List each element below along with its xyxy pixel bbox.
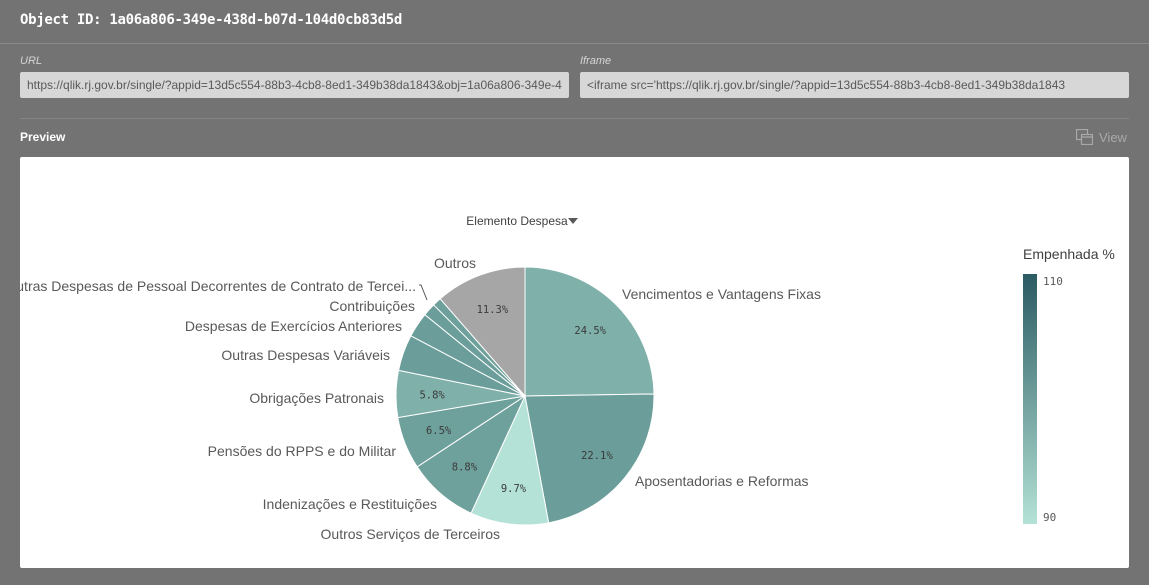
slice-value-label: 24.5% xyxy=(574,325,606,337)
view-button[interactable]: View xyxy=(1076,129,1127,145)
iframe-label: Iframe xyxy=(580,55,612,67)
header-divider xyxy=(0,43,1149,44)
slice-category-label: Indenizações e Restituições xyxy=(263,496,437,512)
object-id-title: Object ID: 1a06a806-349e-438d-b07d-104d0… xyxy=(20,12,403,28)
label-leader-line xyxy=(419,284,428,301)
legend-min-label: 90 xyxy=(1043,511,1056,524)
slice-value-label: 8.8% xyxy=(452,461,478,473)
slice-value-label: 5.8% xyxy=(419,390,445,402)
slice-category-label: Outras Despesas Variáveis xyxy=(221,347,390,363)
caret-down-icon xyxy=(568,218,578,224)
pie-chart: Elemento Despesa 24.5% Vencimentos e Vant… xyxy=(20,214,1115,542)
dimension-selector[interactable]: Elemento Despesa xyxy=(466,214,578,228)
slice-category-label: Aposentadorias e Reformas xyxy=(635,473,809,489)
slice-value-label: 9.7% xyxy=(501,483,527,495)
color-legend: Empenhada % 110 90 xyxy=(1023,246,1115,524)
slice-category-label: Outras Despesas de Pessoal Decorrentes d… xyxy=(20,278,416,294)
slice-value-label: 11.3% xyxy=(477,304,509,316)
slice-category-label: Obrigações Patronais xyxy=(249,390,384,406)
slice-value-label: 22.1% xyxy=(581,450,613,462)
legend-title: Empenhada % xyxy=(1023,246,1115,262)
legend-max-label: 110 xyxy=(1043,275,1063,288)
slice-category-label: Outros xyxy=(434,255,476,271)
chart-preview-panel: Elemento Despesa 24.5% Vencimentos e Vant… xyxy=(20,157,1129,568)
slice-category-label: Vencimentos e Vantagens Fixas xyxy=(622,286,821,302)
legend-gradient-bar xyxy=(1023,274,1037,524)
view-label: View xyxy=(1099,129,1127,145)
slice-category-label: Outros Serviços de Terceiros xyxy=(321,526,500,542)
section-divider xyxy=(20,118,1129,119)
slice-category-label: Pensões do RPPS e do Militar xyxy=(208,443,397,459)
slice-category-label: Despesas de Exercícios Anteriores xyxy=(185,318,402,334)
slice-value-label: 6.5% xyxy=(426,425,452,437)
iframe-field[interactable] xyxy=(580,72,1129,98)
preview-label: Preview xyxy=(20,130,66,144)
url-label: URL xyxy=(20,55,43,67)
url-field[interactable] xyxy=(20,72,569,98)
slice-category-label: Contribuições xyxy=(329,298,415,314)
dimension-selector-label: Elemento Despesa xyxy=(466,214,568,228)
view-window-icon xyxy=(1076,129,1093,145)
